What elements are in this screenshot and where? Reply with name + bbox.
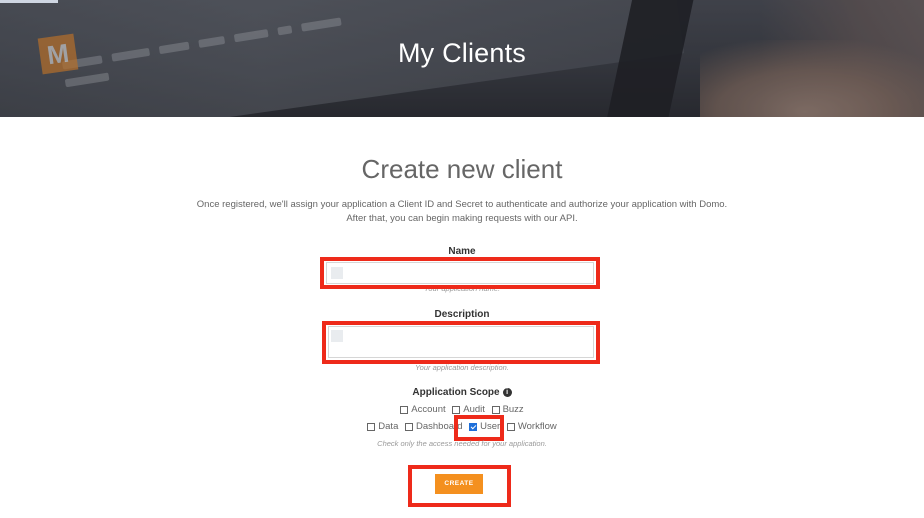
checkbox-icon[interactable] [491, 405, 500, 414]
info-circle-icon[interactable]: i [502, 388, 512, 397]
checkbox-icon[interactable] [367, 422, 376, 431]
scope-checkbox-dashboard[interactable]: Dashboard [405, 421, 462, 432]
intro-line-1: Once registered, we'll assign your appli… [196, 199, 728, 210]
name-label: Name [448, 246, 476, 257]
corner-tab [0, 0, 58, 3]
checkbox-checked-icon[interactable] [469, 422, 478, 431]
scope-row-2: Data Dashboard User Workflow [0, 421, 924, 434]
scope-hint: Check only the access needed for your ap… [377, 439, 547, 448]
scope-label-audit: Audit [463, 404, 485, 415]
form-heading: Create new client [361, 154, 563, 184]
scope-label-dashboard: Dashboard [416, 421, 463, 432]
scope-label-workflow: Workflow [517, 421, 557, 432]
scope-row-1: Account Audit Buzz [0, 404, 924, 417]
scope-heading: Application Scope i [0, 387, 924, 398]
name-input-autofill-icon [331, 267, 343, 279]
scope-checkbox-workflow[interactable]: Workflow [506, 421, 557, 432]
checkbox-icon[interactable] [405, 422, 413, 431]
checkbox-icon[interactable] [452, 405, 461, 414]
scope-label-data: Data [378, 421, 399, 432]
page-title: My Clients [397, 38, 527, 68]
scope-checkbox-user[interactable]: User [469, 421, 500, 432]
scope-label-user: User [480, 421, 501, 432]
name-input[interactable] [326, 262, 594, 284]
scope-checkbox-data[interactable]: Data [367, 421, 398, 432]
intro-line-2: After that, you can begin making request… [346, 213, 578, 224]
hero-banner: M My Clients [0, 0, 924, 117]
checkbox-icon[interactable] [400, 405, 409, 414]
scope-label-buzz: Buzz [502, 404, 524, 415]
scope-checkbox-buzz[interactable]: Buzz [491, 404, 524, 415]
create-button[interactable]: CREATE [435, 474, 483, 494]
description-textarea[interactable] [328, 326, 594, 358]
scope-checkbox-account[interactable]: Account [400, 404, 446, 415]
scope-checkbox-audit[interactable]: Audit [452, 404, 485, 415]
name-hint: Your application name. [423, 284, 501, 293]
form-intro: Once registered, we'll assign your appli… [0, 198, 924, 226]
scope-label-account: Account [411, 404, 446, 415]
checkbox-icon[interactable] [506, 422, 515, 431]
description-autofill-icon [331, 330, 343, 342]
scope-label: Application Scope [412, 387, 500, 398]
description-hint: Your application description. [415, 363, 509, 372]
description-label: Description [434, 309, 490, 320]
